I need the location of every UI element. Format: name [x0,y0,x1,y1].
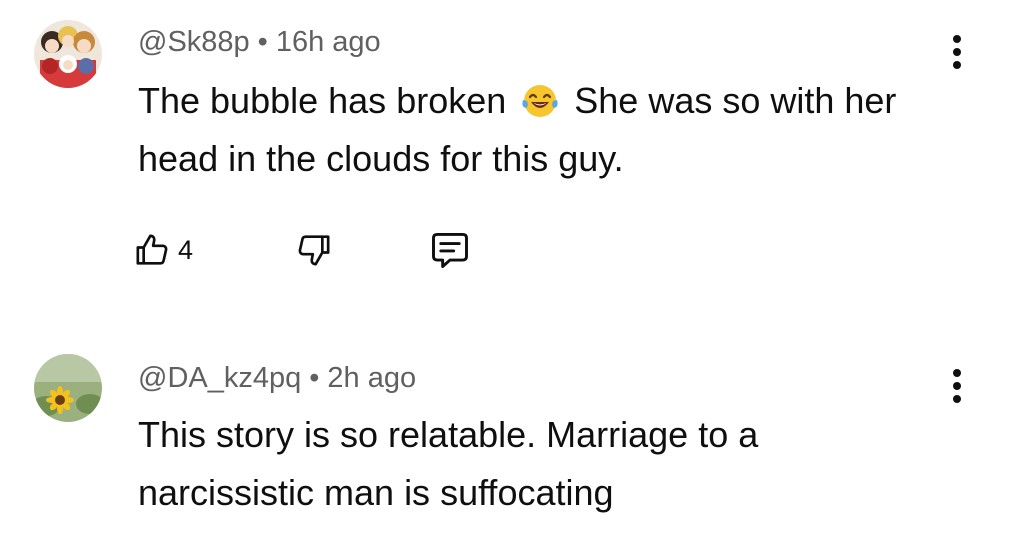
more-vertical-icon [953,35,961,43]
more-dot [953,48,961,56]
comment-text: This story is so relatable. Marriage to … [138,414,759,513]
meta-separator: • [257,26,268,58]
reply-comment-icon [432,232,468,268]
comment-item: @DA_kz4pq • 2h ago This story is so relata… [0,340,1024,546]
comment-author[interactable]: @DA_kz4pq [138,362,301,394]
anime-group-avatar-image [34,20,102,88]
tears-of-joy-emoji-icon [522,85,558,117]
more-dot [953,382,961,390]
dislike-button[interactable] [294,222,334,278]
comment-actions: 4 [132,222,532,278]
meta-separator: • [309,362,320,394]
sunflower-avatar-image [34,354,102,422]
thumb-down-icon [298,235,330,266]
comment-meta: @Sk88p • 16h ago [138,26,381,59]
comment-meta: @DA_kz4pq • 2h ago [138,362,416,395]
avatar[interactable] [34,20,102,88]
avatar[interactable] [34,354,102,422]
comment-text-part-1: The bubble has broken [138,80,517,121]
more-vertical-icon [953,369,961,377]
more-options-button[interactable] [940,364,974,408]
like-button[interactable]: 4 [132,222,193,278]
comment-timestamp[interactable]: 2h ago [327,362,416,394]
more-dot [953,395,961,403]
comment-author[interactable]: @Sk88p [138,26,250,58]
comment-timestamp[interactable]: 16h ago [276,26,381,58]
thumb-up-icon [136,234,168,265]
reply-button[interactable] [428,222,472,278]
like-count: 4 [178,234,194,265]
comment-item: @Sk88p • 16h ago The bubble has broken She… [0,0,1024,300]
more-dot [953,61,961,69]
comment-text: The bubble has broken She was so with he… [138,72,928,188]
more-options-button[interactable] [940,30,974,74]
